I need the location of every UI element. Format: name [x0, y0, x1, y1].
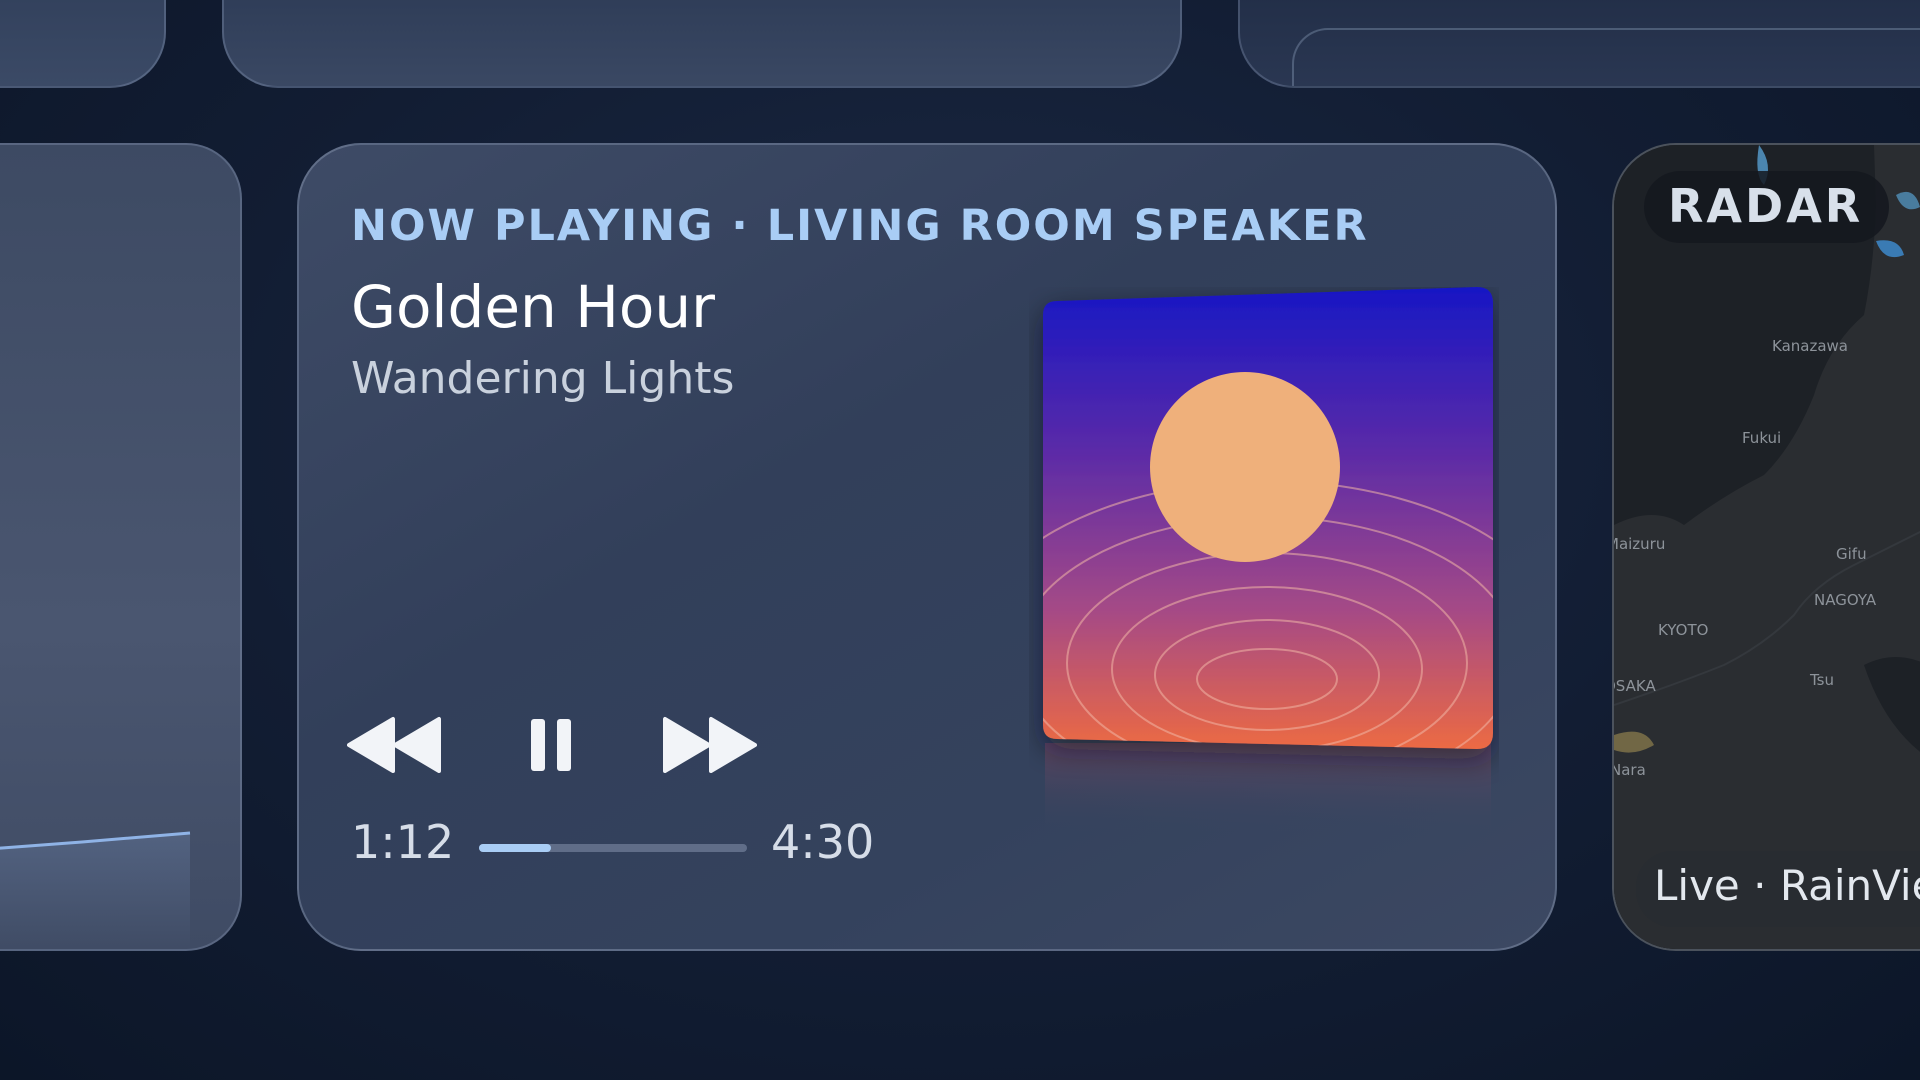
map-city-label: Gifu: [1836, 545, 1867, 563]
map-city-label: Tsu: [1810, 671, 1835, 689]
pause-icon: [531, 719, 571, 771]
map-city-label: Fukui: [1742, 429, 1782, 447]
map-city-label: KYOTO: [1658, 621, 1709, 639]
chart-widget: [0, 143, 242, 951]
album-art-reflection: [1045, 743, 1491, 833]
map-city-label: Nara: [1612, 761, 1646, 779]
progress-fill: [479, 844, 551, 852]
sun-circle: [1150, 372, 1340, 562]
fast-forward-icon: [663, 717, 757, 773]
album-art[interactable]: [1029, 287, 1499, 847]
now-playing-card[interactable]: NOW PLAYING · LIVING ROOM SPEAKER Golden…: [297, 143, 1557, 951]
sparkline-area: [0, 833, 190, 949]
map-city-label: NAGOYA: [1814, 591, 1877, 609]
track-artist: Wandering Lights: [351, 353, 735, 404]
top-forecast-widget: 4 4 4 4: [222, 0, 1182, 88]
track-title: Golden Hour: [351, 273, 715, 341]
top-left-widget: [0, 0, 166, 88]
map-city-label: OSAKA: [1614, 677, 1656, 695]
rewind-button[interactable]: [347, 715, 443, 779]
progress-bar[interactable]: [479, 844, 747, 852]
sparkline-chart: [0, 831, 191, 949]
radar-badge: RADAR: [1644, 171, 1890, 243]
rewind-icon: [347, 717, 441, 773]
fast-forward-button[interactable]: [661, 715, 757, 779]
elapsed-time: 1:12: [351, 815, 455, 869]
radar-source-label: Live · RainViewer: [1654, 861, 1920, 910]
map-city-label: Maizuru: [1614, 535, 1666, 553]
map-city-label: Kanazawa: [1772, 337, 1848, 355]
now-playing-label: NOW PLAYING · LIVING ROOM SPEAKER: [351, 201, 1369, 251]
top-right-widget: [1238, 0, 1920, 88]
total-time: 4:30: [771, 815, 875, 869]
inner-panel: [1292, 28, 1920, 86]
radar-source-pill: Live · RainViewer: [1636, 851, 1920, 927]
radar-widget[interactable]: Kanazawa Fukui Maizuru Gifu NAGOYA KYOTO…: [1612, 143, 1920, 951]
dashboard-screen: 4 4 4 4 NOW PLAYING · LIVING ROOM SPEAKE…: [0, 0, 1920, 1080]
pause-button[interactable]: [529, 715, 577, 779]
